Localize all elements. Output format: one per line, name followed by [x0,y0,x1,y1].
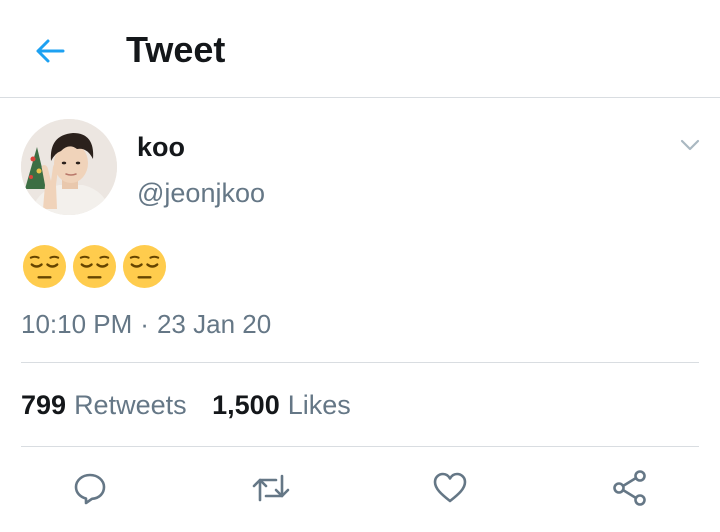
profile-photo [21,119,117,215]
retweet-icon [252,474,290,502]
tweet-time: 10:10 PM [21,309,133,339]
pensive-face-emoji [22,244,67,288]
share-button[interactable] [610,468,650,508]
pensive-face-emoji [72,244,117,288]
tweet-text-content: 😔😔😔 [21,241,22,242]
author-display-name[interactable]: koo [137,131,185,163]
divider [21,362,699,363]
reply-icon [74,473,106,505]
divider [21,446,699,447]
back-button[interactable] [30,33,70,69]
author-handle[interactable]: @jeonjkoo [137,177,265,209]
tweet-actions-bar [0,468,720,508]
timestamp-separator: · [140,309,149,339]
likes-label: Likes [287,390,351,420]
likes-count: 1,500 [212,390,280,420]
arrow-left-icon [36,39,65,63]
chevron-down-icon [680,139,700,151]
tweet-stats: 799 Retweets 1,500 Likes [21,389,369,421]
retweets-label: Retweets [74,390,187,420]
app-header: Tweet [0,0,720,98]
share-icon [613,470,646,506]
retweets-count: 799 [21,390,67,420]
tweet-date: 23 Jan 20 [156,309,272,339]
avatar[interactable] [21,119,117,215]
reply-button[interactable] [70,468,110,508]
tweet-text: 😔😔😔 [21,241,168,291]
retweet-button[interactable] [251,468,291,508]
heart-icon [433,472,467,503]
pensive-face-emoji [122,244,167,288]
tweet-timestamp: 10:10 PM · 23 Jan 20 [21,308,271,340]
likes-stat[interactable]: 1,500 Likes [212,389,351,421]
tweet-options-button[interactable] [676,134,704,156]
page-title: Tweet [126,29,226,70]
like-button[interactable] [430,468,470,508]
retweets-stat[interactable]: 799 Retweets [21,389,187,421]
